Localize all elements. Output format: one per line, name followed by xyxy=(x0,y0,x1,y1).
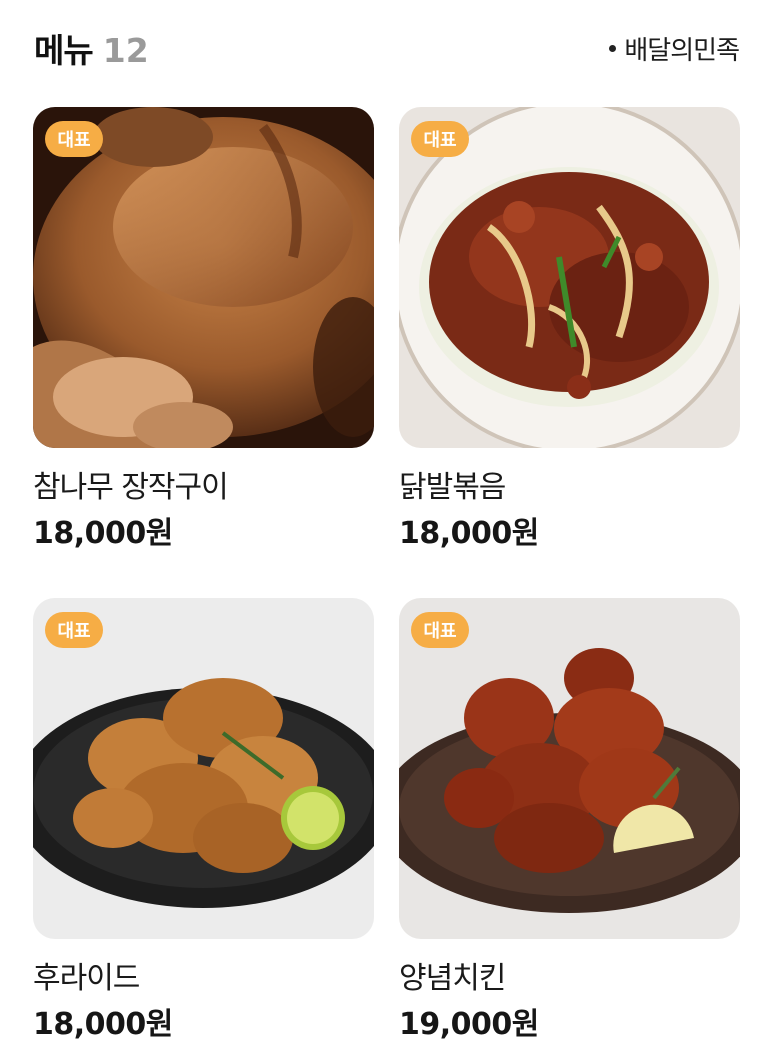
menu-item-card[interactable]: 대표 닭발볶음 18,000원 xyxy=(399,107,740,554)
roast-chicken-image xyxy=(33,107,374,448)
menu-item-card[interactable]: 대표 양념치킨 19,000원 xyxy=(399,598,740,1045)
representative-badge: 대표 xyxy=(411,121,469,157)
menu-title: 메뉴 xyxy=(34,31,94,70)
seasoned-chicken-photo: 대표 xyxy=(399,598,740,939)
menu-title-group: 메뉴 12 xyxy=(34,24,149,72)
menu-item-name: 양념치킨 xyxy=(399,961,506,996)
menu-item-price: 18,000원 xyxy=(399,516,539,551)
menu-item-name: 닭발볶음 xyxy=(399,470,506,505)
representative-badge: 대표 xyxy=(45,612,103,648)
source-label[interactable]: 배달의민족 xyxy=(609,30,740,67)
menu-item-name: 후라이드 xyxy=(33,961,140,996)
menu-item-card[interactable]: 대표 후라이드 18,000원 xyxy=(33,598,374,1045)
spicy-chicken-feet-photo: 대표 xyxy=(399,107,740,448)
representative-badge: 대표 xyxy=(411,612,469,648)
dot-icon xyxy=(609,44,617,52)
menu-item-price: 19,000원 xyxy=(399,1007,539,1042)
menu-item-price: 18,000원 xyxy=(33,1007,173,1042)
menu-header: 메뉴 12 배달의민족 xyxy=(34,24,740,72)
roast-chicken-photo: 대표 xyxy=(33,107,374,448)
menu-item-name: 참나무 장작구이 xyxy=(33,470,229,505)
representative-badge: 대표 xyxy=(45,121,103,157)
menu-grid: 대표 참나무 장작구이 18,000원 대표 닭발볶음 18,000원 대표 후… xyxy=(33,107,740,1045)
menu-item-price: 18,000원 xyxy=(33,516,173,551)
fried-chicken-photo: 대표 xyxy=(33,598,374,939)
spicy-chicken-feet-image xyxy=(399,107,740,448)
fried-chicken-image xyxy=(33,598,374,939)
source-name: 배달의민족 xyxy=(624,35,740,66)
seasoned-chicken-image xyxy=(399,598,740,939)
menu-count: 12 xyxy=(102,31,149,70)
menu-item-card[interactable]: 대표 참나무 장작구이 18,000원 xyxy=(33,107,374,554)
